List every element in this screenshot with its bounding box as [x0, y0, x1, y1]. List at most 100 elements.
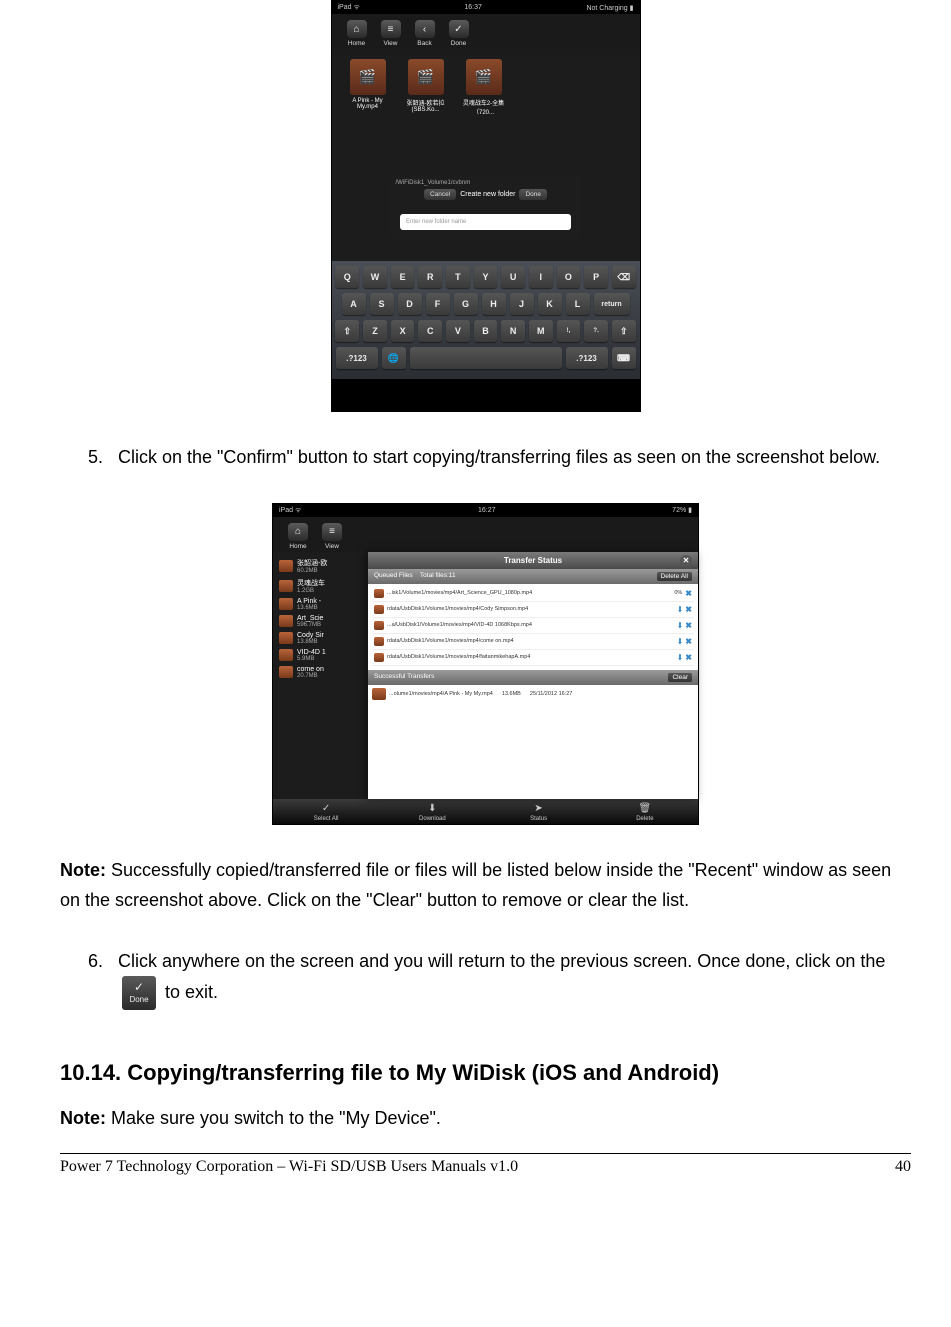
cancel-icon[interactable]: ✖ [685, 653, 692, 662]
note-text: Successfully copied/transferred file or … [60, 860, 891, 911]
cancel-icon[interactable]: ✖ [685, 621, 692, 630]
shift-key[interactable]: ⇧ [335, 320, 359, 342]
file-item[interactable]: VID-4D 15.9MB [273, 647, 368, 664]
download-label: Download [419, 816, 446, 822]
onscreen-keyboard[interactable]: Q W E R T Y U I O P ⌫ A S [332, 261, 640, 379]
hide-keyboard-key[interactable]: ⌨ [612, 347, 636, 369]
key[interactable]: N [501, 320, 525, 342]
key[interactable]: F [426, 293, 450, 315]
key[interactable]: Y [474, 266, 498, 288]
download-icon[interactable]: ⬇ [677, 653, 684, 662]
video-icon [279, 560, 293, 572]
key[interactable]: B [474, 320, 498, 342]
space-key[interactable] [410, 347, 562, 369]
back-button[interactable]: ‹Back [408, 20, 442, 47]
step-5: Click on the "Confirm" button to start c… [108, 442, 911, 473]
key[interactable]: O [557, 266, 581, 288]
file-item[interactable]: A Pink -13.6MB [273, 596, 368, 613]
key[interactable]: E [391, 266, 415, 288]
key[interactable]: M [529, 320, 553, 342]
globe-key[interactable]: 🌐 [382, 347, 406, 369]
delete-all-button[interactable]: Delete All [657, 572, 692, 581]
key[interactable]: L [566, 293, 590, 315]
return-key[interactable]: return [594, 293, 630, 315]
cancel-button[interactable]: Cancel [424, 189, 456, 200]
file-item[interactable]: Cody Sir13.8MB [273, 630, 368, 647]
home-button[interactable]: ⌂Home [340, 20, 374, 47]
file-item[interactable]: 灵魂战车1.2GB [273, 576, 368, 596]
key[interactable]: C [418, 320, 442, 342]
thumb-label: 灵魂战车2-全集（720... [460, 98, 508, 116]
key[interactable]: U [501, 266, 525, 288]
check-icon: ✓ [134, 981, 144, 993]
done-button[interactable]: Done [519, 189, 547, 200]
key[interactable]: G [454, 293, 478, 315]
home-label: Home [289, 543, 306, 550]
cancel-icon[interactable]: ✖ [685, 589, 692, 598]
folder-name-input[interactable]: Enter new folder name [400, 214, 571, 230]
key[interactable]: X [391, 320, 415, 342]
close-icon[interactable]: ✕ [680, 555, 692, 567]
shift-key[interactable]: ⇧ [612, 320, 636, 342]
view-button[interactable]: ≡View [315, 523, 349, 550]
clear-button[interactable]: Clear [668, 673, 692, 682]
key[interactable]: !, [557, 320, 581, 342]
download-icon[interactable]: ⬇ [677, 637, 684, 646]
queue-item: rdata/UsbDisk1/Volume1/movies/mp4/Cody S… [372, 602, 694, 618]
backspace-key[interactable]: ⌫ [612, 266, 636, 288]
cancel-icon[interactable]: ✖ [685, 605, 692, 614]
queue-path: ...a/UsbDisk1/Volume1/movies/mp4/VID-4D … [387, 622, 674, 628]
key[interactable]: T [446, 266, 470, 288]
file-name: Cody Sir [297, 632, 324, 639]
thumb-item[interactable]: A Pink - My My.mp4 [344, 59, 392, 116]
success-date: 25/11/2012 16:27 [530, 691, 572, 697]
download-icon[interactable]: ⬇ [677, 621, 684, 630]
step6-text-b: to exit. [165, 982, 218, 1002]
key[interactable]: D [398, 293, 422, 315]
cancel-icon[interactable]: ✖ [685, 637, 692, 646]
delete-button[interactable]: 🗑Delete [592, 803, 698, 822]
home-button[interactable]: ⌂Home [281, 523, 315, 550]
selectall-button[interactable]: ✓Select All [273, 803, 379, 822]
view-button[interactable]: ≡View [374, 20, 408, 47]
queue-item: rdata/UsbDisk1/Volume1/movies/mp4/faitan… [372, 650, 694, 666]
download-button[interactable]: ⬇Download [379, 803, 485, 822]
screenshot-create-folder: iPad ᯤ 16:37 Not Charging ▮ ⌂Home ≡View … [331, 0, 641, 412]
key[interactable]: A [342, 293, 366, 315]
numeric-key[interactable]: .?123 [566, 347, 608, 369]
file-size: 20.7MB [297, 673, 324, 679]
key[interactable]: R [418, 266, 442, 288]
thumb-item[interactable]: 张韶涵-欧若拉(SBS.Ko... [402, 59, 450, 116]
video-icon [408, 59, 444, 95]
file-item[interactable]: 张韶涵-欧60.2MB [273, 556, 368, 576]
status-time: 16:37 [464, 4, 482, 11]
status-button[interactable]: ➤Status [486, 803, 592, 822]
file-item[interactable]: Art_Scie596.7MB [273, 613, 368, 630]
key[interactable]: W [363, 266, 387, 288]
success-header: Successful Transfers Clear [368, 670, 698, 685]
key[interactable]: P [584, 266, 608, 288]
key[interactable]: H [482, 293, 506, 315]
status-bar: iPad ᯤ 16:27 72% ▮ [273, 504, 698, 517]
key[interactable]: J [510, 293, 534, 315]
done-button[interactable]: ✓Done [442, 20, 476, 47]
file-item[interactable]: come on20.7MB [273, 664, 368, 681]
key[interactable]: S [370, 293, 394, 315]
numeric-key[interactable]: .?123 [336, 347, 378, 369]
thumb-item[interactable]: 灵魂战车2-全集（720... [460, 59, 508, 116]
success-item: ...olume1/movies/mp4/A Pink - My My.mp4 … [368, 685, 698, 703]
file-name: come on [297, 666, 324, 673]
section-heading: 10.14. Copying/transferring file to My W… [60, 1060, 911, 1086]
file-size: 60.2MB [297, 568, 327, 574]
queue-list: ...isk1/Volume1/movies/mp4/Art_Science_G… [368, 584, 698, 668]
key[interactable]: K [538, 293, 562, 315]
download-icon[interactable]: ⬇ [677, 605, 684, 614]
key[interactable]: I [529, 266, 553, 288]
key[interactable]: ?. [584, 320, 608, 342]
file-name: VID-4D 1 [297, 649, 326, 656]
key[interactable]: Q [335, 266, 359, 288]
file-size: 13.8MB [297, 639, 324, 645]
key[interactable]: V [446, 320, 470, 342]
view-icon: ≡ [381, 20, 401, 38]
key[interactable]: Z [363, 320, 387, 342]
